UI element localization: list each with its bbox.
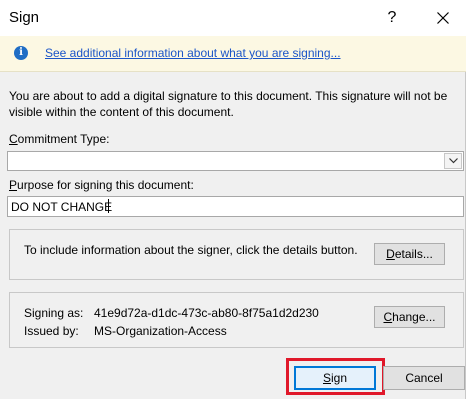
change-button-label: hange... <box>392 310 436 324</box>
signing-as-row: Signing as: 41e9d72a-d1dc-473c-ab80-8f75a… <box>24 306 319 320</box>
signing-as-value: 41e9d72a-d1dc-473c-ab80-8f75a1d2d230 <box>94 306 319 320</box>
sign-accesskey: S <box>322 371 331 385</box>
close-button[interactable] <box>431 6 455 30</box>
commitment-type-select[interactable] <box>7 151 464 171</box>
signing-as-label: Signing as: <box>24 306 84 320</box>
help-button[interactable]: ? <box>380 6 404 30</box>
purpose-label: Purpose for signing this document: <box>9 178 194 192</box>
issued-by-label: Issued by: <box>24 324 79 338</box>
chevron-down-icon <box>448 158 458 164</box>
info-icon: i <box>14 46 28 60</box>
sign-dialog: Sign ? i See additional information abou… <box>0 0 466 399</box>
cancel-button[interactable]: Cancel <box>383 366 465 390</box>
issued-by-value: MS-Organization-Access <box>94 324 227 338</box>
details-button-label: etails... <box>394 247 433 261</box>
sign-button[interactable]: Sign <box>294 366 376 390</box>
signing-certificate-group: Signing as: 41e9d72a-d1dc-473c-ab80-8f75a… <box>9 292 464 348</box>
commitment-type-label: Commitment Type: <box>9 132 109 146</box>
close-icon <box>437 12 449 24</box>
text-caret <box>108 199 109 213</box>
sign-button-label: ign <box>331 371 348 385</box>
dialog-title: Sign <box>9 9 40 26</box>
additional-info-link[interactable]: See additional information about what yo… <box>45 46 341 60</box>
details-accesskey: D <box>386 247 395 261</box>
purpose-accesskey: P <box>9 178 18 192</box>
change-button[interactable]: Change... <box>374 306 445 328</box>
intro-text: You are about to add a digital signature… <box>9 89 448 119</box>
signer-details-text: To include information about the signer,… <box>24 243 358 257</box>
issued-by-row: Issued by: MS-Organization-Access <box>24 324 227 338</box>
commitment-type-accesskey: C <box>9 132 18 146</box>
signer-details-group: To include information about the signer,… <box>9 229 464 280</box>
details-button[interactable]: Details... <box>374 243 445 265</box>
title-bar: Sign ? <box>0 0 466 36</box>
purpose-label-text: urpose for signing this document: <box>17 178 194 192</box>
background-document <box>466 0 474 399</box>
commitment-type-label-text: ommitment Type: <box>17 132 110 146</box>
change-accesskey: C <box>383 310 393 324</box>
info-bar: i See additional information about what … <box>0 36 466 72</box>
commitment-type-dropdown-button[interactable] <box>444 153 462 169</box>
purpose-input[interactable] <box>7 196 464 217</box>
